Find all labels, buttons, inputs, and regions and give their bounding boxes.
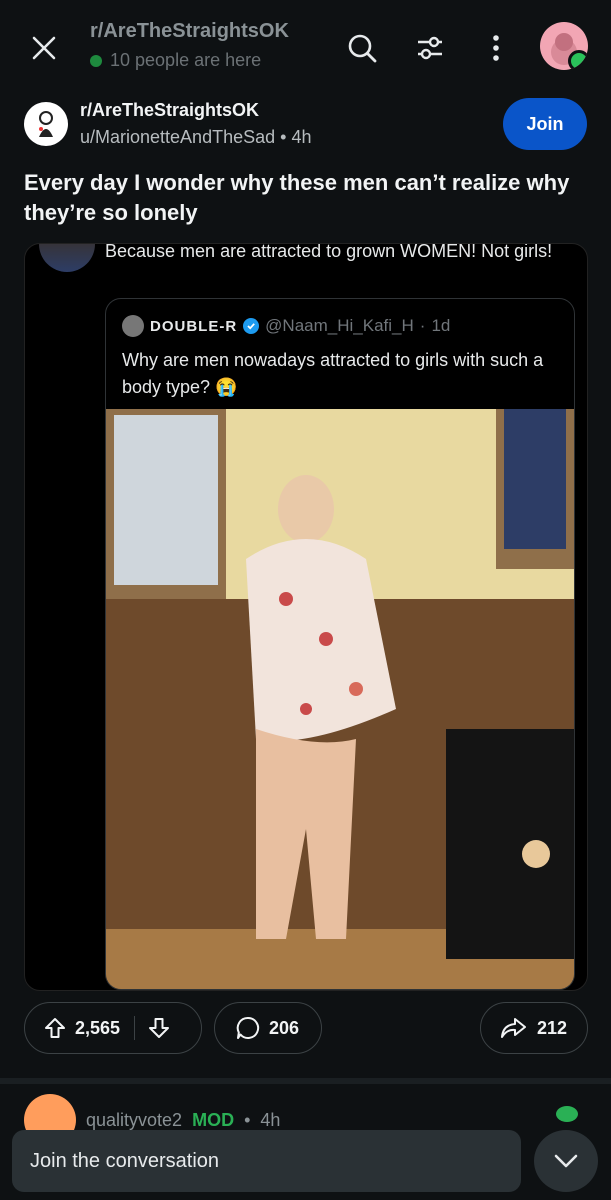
quoted-tweet-header: DOUBLE-R @Naam_Hi_Kafi_H · 1d (122, 315, 450, 337)
mod-badge: MOD (192, 1109, 235, 1130)
filter-icon[interactable] (408, 26, 452, 70)
upvote-icon[interactable] (43, 1016, 67, 1040)
quoted-author-name: DOUBLE-R (150, 317, 238, 335)
downvote-icon[interactable] (147, 1016, 171, 1040)
online-count: 10 people are here (110, 50, 262, 70)
join-conversation-input[interactable]: Join the conversation (12, 1130, 521, 1192)
quoted-separator: · (419, 316, 426, 335)
quoted-tweet-text: Why are men nowadays attracted to girls … (122, 350, 544, 397)
quoted-author-avatar (122, 315, 144, 337)
user-avatar[interactable] (540, 22, 588, 70)
tweet-photo (106, 409, 574, 989)
vote-divider (134, 1016, 136, 1040)
comment-age: 4h (260, 1109, 281, 1130)
comment-icon (235, 1015, 261, 1041)
quoted-tweet-age: 1d (431, 316, 451, 335)
vote-control: 2,565 (24, 1002, 202, 1054)
subreddit-avatar[interactable] (24, 102, 68, 146)
share-icon (499, 1016, 527, 1040)
top-bar: r/AreTheStraightsOK 10 people are here (0, 0, 611, 90)
comments-button[interactable]: 206 (214, 1002, 322, 1054)
section-divider (0, 1078, 611, 1084)
comment-separator: • (244, 1109, 251, 1130)
comment-count: 206 (269, 1017, 300, 1038)
post-title[interactable]: Every day I wonder why these men can’t r… (24, 168, 588, 228)
post-age: 4h (291, 127, 312, 147)
share-count: 212 (537, 1017, 568, 1038)
tweet-reply-text: Because men are attracted to grown WOMEN… (105, 243, 553, 261)
verified-badge-icon (243, 318, 260, 334)
upvote-count: 2,565 (75, 1017, 121, 1038)
reply-author-avatar (39, 244, 95, 272)
chevron-down-icon[interactable] (534, 1130, 598, 1192)
close-icon[interactable] (24, 28, 64, 68)
subreddit-title[interactable]: r/AreTheStraightsOK (90, 20, 289, 43)
online-dot-icon (90, 54, 102, 67)
online-status-icon (568, 50, 588, 70)
post-author[interactable]: u/MarionetteAndTheSad (80, 127, 275, 147)
share-button[interactable]: 212 (480, 1002, 588, 1054)
online-indicator: 10 people are here (90, 50, 261, 71)
commenter-name: qualityvote2 (86, 1109, 183, 1130)
post-image[interactable]: Because men are attracted to grown WOMEN… (24, 243, 588, 991)
post-meta: u/MarionetteAndTheSad • 4h (80, 127, 312, 148)
action-bar: 2,565 206 212 (24, 1002, 588, 1056)
quoted-author-handle: @Naam_Hi_Kafi_H (265, 316, 414, 335)
search-icon[interactable] (340, 26, 384, 70)
join-button[interactable]: Join (503, 98, 587, 150)
quoted-tweet: DOUBLE-R @Naam_Hi_Kafi_H · 1d Why are me… (105, 298, 575, 990)
more-icon[interactable] (474, 26, 518, 70)
post-subreddit[interactable]: r/AreTheStraightsOK (80, 100, 259, 121)
mod-shield-icon (556, 1106, 578, 1122)
meta-separator: • (280, 127, 292, 147)
